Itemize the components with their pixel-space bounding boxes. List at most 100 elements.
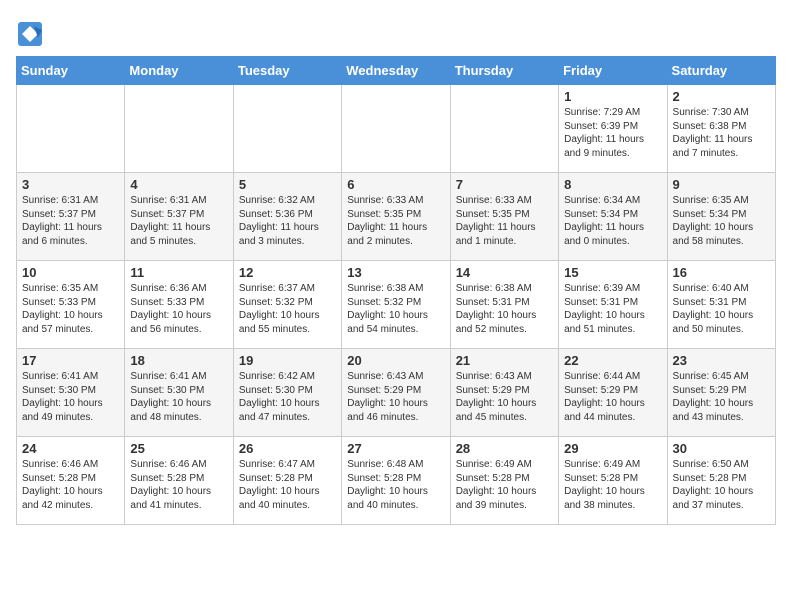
calendar-day-cell bbox=[450, 85, 558, 173]
weekday-header-friday: Friday bbox=[559, 57, 667, 85]
day-number: 7 bbox=[456, 177, 553, 192]
day-number: 15 bbox=[564, 265, 661, 280]
weekday-header-saturday: Saturday bbox=[667, 57, 775, 85]
weekday-header-thursday: Thursday bbox=[450, 57, 558, 85]
calendar-day-cell bbox=[125, 85, 233, 173]
day-number: 19 bbox=[239, 353, 336, 368]
calendar-day-cell: 7 Sunrise: 6:33 AM Sunset: 5:35 PM Daylig… bbox=[450, 173, 558, 261]
calendar-day-cell: 25 Sunrise: 6:46 AM Sunset: 5:28 PM Dayli… bbox=[125, 437, 233, 525]
day-number: 1 bbox=[564, 89, 661, 104]
day-number: 16 bbox=[673, 265, 770, 280]
calendar-week-row: 10 Sunrise: 6:35 AM Sunset: 5:33 PM Dayli… bbox=[17, 261, 776, 349]
logo-icon bbox=[16, 20, 44, 48]
day-info: Sunrise: 6:33 AM Sunset: 5:35 PM Dayligh… bbox=[347, 194, 444, 248]
calendar-day-cell: 10 Sunrise: 6:35 AM Sunset: 5:33 PM Dayli… bbox=[17, 261, 125, 349]
day-info: Sunrise: 6:31 AM Sunset: 5:37 PM Dayligh… bbox=[130, 194, 227, 248]
weekday-header-wednesday: Wednesday bbox=[342, 57, 450, 85]
day-info: Sunrise: 6:48 AM Sunset: 5:28 PM Dayligh… bbox=[347, 458, 444, 512]
day-number: 23 bbox=[673, 353, 770, 368]
calendar-day-cell: 23 Sunrise: 6:45 AM Sunset: 5:29 PM Dayli… bbox=[667, 349, 775, 437]
calendar-day-cell: 12 Sunrise: 6:37 AM Sunset: 5:32 PM Dayli… bbox=[233, 261, 341, 349]
calendar-day-cell: 26 Sunrise: 6:47 AM Sunset: 5:28 PM Dayli… bbox=[233, 437, 341, 525]
calendar-day-cell: 8 Sunrise: 6:34 AM Sunset: 5:34 PM Daylig… bbox=[559, 173, 667, 261]
calendar-day-cell: 16 Sunrise: 6:40 AM Sunset: 5:31 PM Dayli… bbox=[667, 261, 775, 349]
day-number: 17 bbox=[22, 353, 119, 368]
day-info: Sunrise: 6:37 AM Sunset: 5:32 PM Dayligh… bbox=[239, 282, 336, 336]
day-info: Sunrise: 6:43 AM Sunset: 5:29 PM Dayligh… bbox=[456, 370, 553, 424]
calendar-day-cell: 1 Sunrise: 7:29 AM Sunset: 6:39 PM Daylig… bbox=[559, 85, 667, 173]
day-info: Sunrise: 6:49 AM Sunset: 5:28 PM Dayligh… bbox=[456, 458, 553, 512]
day-number: 3 bbox=[22, 177, 119, 192]
day-info: Sunrise: 6:50 AM Sunset: 5:28 PM Dayligh… bbox=[673, 458, 770, 512]
day-number: 21 bbox=[456, 353, 553, 368]
calendar-day-cell: 22 Sunrise: 6:44 AM Sunset: 5:29 PM Dayli… bbox=[559, 349, 667, 437]
day-info: Sunrise: 6:41 AM Sunset: 5:30 PM Dayligh… bbox=[22, 370, 119, 424]
calendar-day-cell: 21 Sunrise: 6:43 AM Sunset: 5:29 PM Dayli… bbox=[450, 349, 558, 437]
weekday-header-tuesday: Tuesday bbox=[233, 57, 341, 85]
day-number: 9 bbox=[673, 177, 770, 192]
day-info: Sunrise: 6:49 AM Sunset: 5:28 PM Dayligh… bbox=[564, 458, 661, 512]
calendar-day-cell: 17 Sunrise: 6:41 AM Sunset: 5:30 PM Dayli… bbox=[17, 349, 125, 437]
day-number: 5 bbox=[239, 177, 336, 192]
calendar-day-cell: 6 Sunrise: 6:33 AM Sunset: 5:35 PM Daylig… bbox=[342, 173, 450, 261]
calendar-day-cell bbox=[233, 85, 341, 173]
day-number: 18 bbox=[130, 353, 227, 368]
calendar-day-cell: 5 Sunrise: 6:32 AM Sunset: 5:36 PM Daylig… bbox=[233, 173, 341, 261]
day-number: 12 bbox=[239, 265, 336, 280]
day-info: Sunrise: 6:42 AM Sunset: 5:30 PM Dayligh… bbox=[239, 370, 336, 424]
day-info: Sunrise: 6:32 AM Sunset: 5:36 PM Dayligh… bbox=[239, 194, 336, 248]
day-number: 6 bbox=[347, 177, 444, 192]
calendar-week-row: 24 Sunrise: 6:46 AM Sunset: 5:28 PM Dayli… bbox=[17, 437, 776, 525]
weekday-header-row: SundayMondayTuesdayWednesdayThursdayFrid… bbox=[17, 57, 776, 85]
day-info: Sunrise: 6:45 AM Sunset: 5:29 PM Dayligh… bbox=[673, 370, 770, 424]
calendar-day-cell: 20 Sunrise: 6:43 AM Sunset: 5:29 PM Dayli… bbox=[342, 349, 450, 437]
day-info: Sunrise: 6:36 AM Sunset: 5:33 PM Dayligh… bbox=[130, 282, 227, 336]
calendar-day-cell: 28Sunrise: 6:49 AM Sunset: 5:28 PM Dayli… bbox=[450, 437, 558, 525]
day-info: Sunrise: 6:44 AM Sunset: 5:29 PM Dayligh… bbox=[564, 370, 661, 424]
day-number: 25 bbox=[130, 441, 227, 456]
calendar-day-cell bbox=[342, 85, 450, 173]
day-info: Sunrise: 6:35 AM Sunset: 5:34 PM Dayligh… bbox=[673, 194, 770, 248]
calendar-day-cell: 2 Sunrise: 7:30 AM Sunset: 6:38 PM Daylig… bbox=[667, 85, 775, 173]
day-info: Sunrise: 6:34 AM Sunset: 5:34 PM Dayligh… bbox=[564, 194, 661, 248]
calendar-day-cell: 11 Sunrise: 6:36 AM Sunset: 5:33 PM Dayli… bbox=[125, 261, 233, 349]
day-info: Sunrise: 7:29 AM Sunset: 6:39 PM Dayligh… bbox=[564, 106, 661, 160]
calendar-day-cell: 14Sunrise: 6:38 AM Sunset: 5:31 PM Dayli… bbox=[450, 261, 558, 349]
day-info: Sunrise: 6:46 AM Sunset: 5:28 PM Dayligh… bbox=[130, 458, 227, 512]
day-info: Sunrise: 6:35 AM Sunset: 5:33 PM Dayligh… bbox=[22, 282, 119, 336]
logo bbox=[16, 20, 48, 48]
day-number: 8 bbox=[564, 177, 661, 192]
day-info: Sunrise: 7:30 AM Sunset: 6:38 PM Dayligh… bbox=[673, 106, 770, 160]
day-number: 10 bbox=[22, 265, 119, 280]
day-number: 4 bbox=[130, 177, 227, 192]
day-info: Sunrise: 6:47 AM Sunset: 5:28 PM Dayligh… bbox=[239, 458, 336, 512]
day-info: Sunrise: 6:38 AM Sunset: 5:32 PM Dayligh… bbox=[347, 282, 444, 336]
day-number: 26 bbox=[239, 441, 336, 456]
day-info: Sunrise: 6:31 AM Sunset: 5:37 PM Dayligh… bbox=[22, 194, 119, 248]
calendar-week-row: 17 Sunrise: 6:41 AM Sunset: 5:30 PM Dayli… bbox=[17, 349, 776, 437]
day-number: 13 bbox=[347, 265, 444, 280]
day-number: 27 bbox=[347, 441, 444, 456]
weekday-header-monday: Monday bbox=[125, 57, 233, 85]
day-number: 22 bbox=[564, 353, 661, 368]
day-info: Sunrise: 6:43 AM Sunset: 5:29 PM Dayligh… bbox=[347, 370, 444, 424]
day-info: Sunrise: 6:41 AM Sunset: 5:30 PM Dayligh… bbox=[130, 370, 227, 424]
day-info: Sunrise: 6:39 AM Sunset: 5:31 PM Dayligh… bbox=[564, 282, 661, 336]
day-number: 20 bbox=[347, 353, 444, 368]
header bbox=[16, 16, 776, 48]
calendar-day-cell: 13 Sunrise: 6:38 AM Sunset: 5:32 PM Dayli… bbox=[342, 261, 450, 349]
calendar-week-row: 3 Sunrise: 6:31 AM Sunset: 5:37 PM Daylig… bbox=[17, 173, 776, 261]
day-number: 11 bbox=[130, 265, 227, 280]
calendar-day-cell: 27 Sunrise: 6:48 AM Sunset: 5:28 PM Dayli… bbox=[342, 437, 450, 525]
calendar-day-cell: 3 Sunrise: 6:31 AM Sunset: 5:37 PM Daylig… bbox=[17, 173, 125, 261]
weekday-header-sunday: Sunday bbox=[17, 57, 125, 85]
calendar-day-cell: 15 Sunrise: 6:39 AM Sunset: 5:31 PM Dayli… bbox=[559, 261, 667, 349]
calendar-week-row: 1 Sunrise: 7:29 AM Sunset: 6:39 PM Daylig… bbox=[17, 85, 776, 173]
day-info: Sunrise: 6:46 AM Sunset: 5:28 PM Dayligh… bbox=[22, 458, 119, 512]
day-info: Sunrise: 6:33 AM Sunset: 5:35 PM Dayligh… bbox=[456, 194, 553, 248]
day-number: 24 bbox=[22, 441, 119, 456]
day-number: 2 bbox=[673, 89, 770, 104]
calendar-day-cell: 18 Sunrise: 6:41 AM Sunset: 5:30 PM Dayli… bbox=[125, 349, 233, 437]
day-number: 29 bbox=[564, 441, 661, 456]
day-info: Sunrise: 6:40 AM Sunset: 5:31 PM Dayligh… bbox=[673, 282, 770, 336]
